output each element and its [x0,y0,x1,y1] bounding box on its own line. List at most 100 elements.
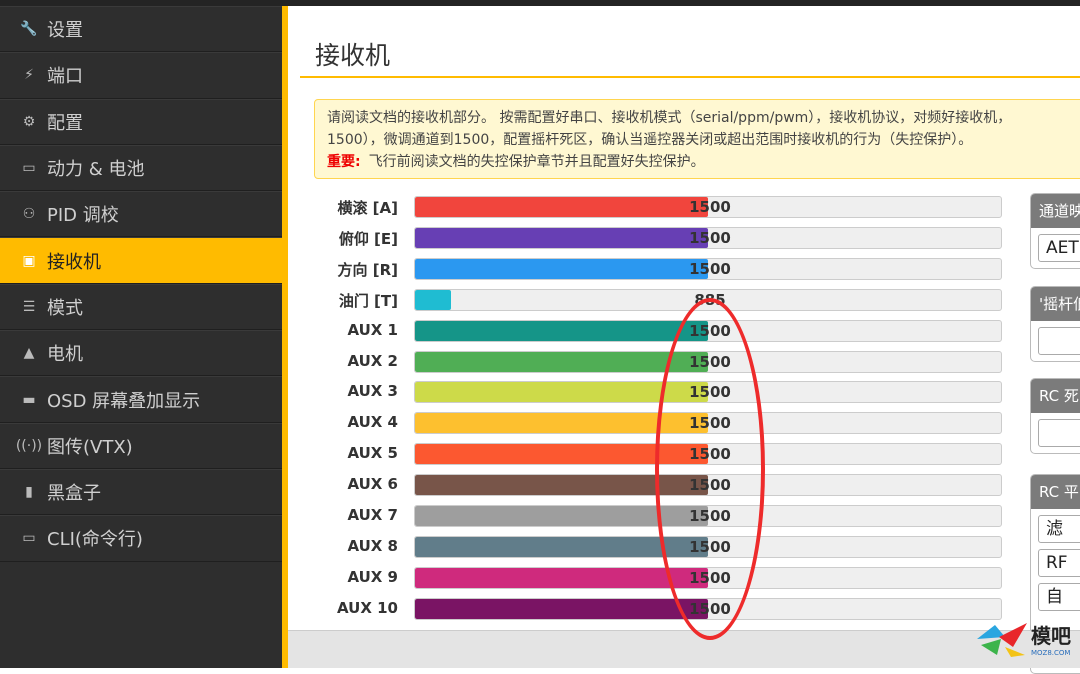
gear-icon: ⚙ [22,113,36,130]
sidebar: 🔧 设置 ⚡ 端口 ⚙ 配置 ▭ 动力 & 电池 ⚇ PID 调校 ▣ 接收机 ☰ 模式 ▲ 电机 ▬ OSD 屏… [0,6,282,668]
sidebar-item-3[interactable]: ▭ 动力 & 电池 [0,144,282,192]
panel-field[interactable]: AET [1038,234,1080,262]
bottom-status-bar [288,630,1080,668]
channel-value: 1500 [689,445,731,464]
channel-label: AUX 4 [347,413,398,432]
panel-field[interactable] [1038,327,1080,355]
panel-header: '摇杆低 [1031,287,1080,321]
channel-label: AUX 3 [347,382,398,401]
sidebar-item-label: 端口 [47,66,83,88]
settings-panel: RC 死 [1030,378,1080,454]
panel-field[interactable] [1038,419,1080,447]
sidebar-item-5[interactable]: ▣ 接收机 [0,237,282,284]
channel-bar-fill [415,258,708,279]
channel-label: AUX 9 [347,567,398,586]
svg-text:MOZ8.COM: MOZ8.COM [1031,649,1070,657]
channel-bar-fill [415,382,708,403]
panel-field[interactable]: RF [1038,549,1080,577]
wrench-icon: 🔧 [20,21,38,38]
panel-field[interactable]: 自 [1038,583,1080,611]
channel-value: 1500 [689,352,731,371]
sidebar-item-label: 黑盒子 [47,483,101,505]
channel-label: AUX 10 [337,598,398,617]
channel-value: 1500 [689,568,731,587]
channel-row: AUX 3 1500 [300,381,1010,405]
sidebar-item-label: CLI(命令行) [47,529,143,551]
notice-box: 请阅读文档的接收机部分。 按需配置好串口、接收机模式（serial/ppm/pw… [314,99,1080,179]
hierarchy-icon: ⚇ [22,206,36,223]
channel-value: 885 [694,290,726,309]
sidebar-item-label: 模式 [47,297,83,319]
sidebar-item-1[interactable]: ⚡ 端口 [0,52,282,99]
settings-panel: '摇杆低 [1030,286,1080,362]
channel-row: AUX 10 1500 [300,597,1010,622]
channel-value: 1500 [689,198,731,216]
sidebar-item-label: 设置 [47,20,83,42]
sidebar-item-9[interactable]: ((·)) 图传(VTX) [0,422,282,469]
channel-bar-fill [415,475,708,496]
important-label: 重要: [327,154,361,170]
sidebar-item-11[interactable]: ▭ CLI(命令行) [0,515,282,562]
channel-label: 俯仰 [E] [338,229,398,248]
channel-label: AUX 6 [347,475,398,494]
channel-bar-fill [415,506,708,526]
channel-bar-fill [415,320,708,341]
sidebar-item-8[interactable]: ▬ OSD 屏幕叠加显示 [0,376,282,423]
plug-icon: ⚡ [24,67,34,84]
sidebar-item-label: 图传(VTX) [47,436,133,458]
channel-value: 1500 [689,507,731,525]
sidebar-item-label: 接收机 [47,251,101,273]
channel-value: 1500 [689,321,731,340]
sidebar-item-7[interactable]: ▲ 电机 [0,330,282,377]
channel-bar-fill [415,536,708,557]
channel-bar-fill [415,598,708,619]
channel-bar-fill [415,197,708,217]
panel-header: RC 平 [1031,475,1080,509]
channel-row: AUX 1 1500 [300,319,1010,344]
sidebar-item-label: PID 调校 [47,205,119,227]
channel-value: 1500 [689,599,731,618]
osd-icon: ▬ [22,391,36,408]
sidebar-item-label: 配置 [47,112,83,134]
sidebar-item-0[interactable]: 🔧 设置 [0,6,282,53]
channel-label: 油门 [T] [338,291,398,310]
channel-row: 方向 [R] 1500 [300,257,1010,282]
channel-label: AUX 1 [347,320,398,339]
channel-bar-fill [415,567,708,588]
accent-divider [282,6,288,668]
channel-row: 俯仰 [E] 1500 [300,226,1010,251]
channel-label: 方向 [R] [337,260,398,279]
channel-row: AUX 2 1500 [300,350,1010,375]
sidebar-item-6[interactable]: ☰ 模式 [0,283,282,331]
notice-line-1: 请阅读文档的接收机部分。 按需配置好串口、接收机模式（serial/ppm/pw… [327,110,1012,126]
channel-bar-fill [415,413,708,434]
chip-icon: ▮ [25,484,33,501]
channel-bar-fill [415,289,451,310]
channel-row: AUX 8 1500 [300,535,1010,560]
channel-label: AUX 2 [347,351,398,370]
channel-value: 1500 [689,259,731,278]
page-title: 接收机 [315,41,391,70]
channel-value: 1500 [689,383,731,402]
notice-line-2: 1500），微调通道到1500，配置摇杆死区，确认当遥控器关闭或超出范围时接收机… [327,132,973,148]
receiver-icon: ▣ [22,252,36,269]
panel-header: 通道映 [1031,194,1080,228]
battery-icon: ▭ [22,160,36,177]
channel-row: AUX 9 1500 [300,566,1010,591]
channel-value: 1500 [689,414,731,433]
svg-text:模吧: 模吧 [1031,624,1071,648]
antenna-icon: ((·)) [15,437,43,454]
panel-field[interactable]: 滤 [1038,515,1080,543]
channel-row: AUX 7 1500 [300,505,1010,529]
sidebar-item-label: OSD 屏幕叠加显示 [47,390,201,412]
motor-icon: ▲ [23,345,35,362]
sidebar-item-10[interactable]: ▮ 黑盒子 [0,468,282,516]
channel-value: 1500 [689,476,731,495]
channel-row: AUX 4 1500 [300,412,1010,436]
sidebar-item-4[interactable]: ⚇ PID 调校 [0,191,282,238]
channel-bar-fill [415,351,708,372]
settings-panel: 通道映 AET [1030,193,1080,269]
channel-label: AUX 8 [347,536,398,555]
channel-row: 横滚 [A] 1500 [300,196,1010,220]
sidebar-item-2[interactable]: ⚙ 配置 [0,98,282,145]
